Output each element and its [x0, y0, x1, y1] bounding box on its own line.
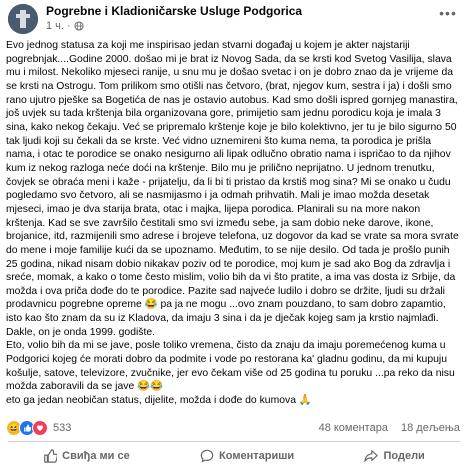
- avatar-image: [8, 4, 38, 34]
- reactions-bar: 😆 533 48 коментара 18 дељења: [6, 420, 460, 436]
- comment-label: Коментариши: [219, 450, 295, 462]
- divider: [8, 441, 460, 442]
- page-name[interactable]: Pogrebne i Kladioničarske Usluge Podgori…: [46, 4, 436, 19]
- facebook-post: Pogrebne i Kladioničarske Usluge Podgori…: [0, 0, 468, 470]
- reaction-summary[interactable]: 😆 533: [6, 420, 71, 436]
- shares-count[interactable]: 18 дељења: [401, 422, 460, 434]
- like-button[interactable]: Свиђа ми се: [43, 449, 130, 463]
- post-paragraph-3: eto ga jedan neobičan status, dijelite, …: [6, 395, 312, 407]
- more-icon[interactable]: •••: [436, 3, 460, 23]
- post-paragraph-1: Evo jednog statusa za koji me inspirisao…: [6, 40, 459, 338]
- post-header: Pogrebne i Kladioničarske Usluge Podgori…: [0, 0, 468, 39]
- love-icon: [32, 420, 48, 436]
- like-label: Свиђа ми се: [62, 450, 130, 462]
- share-label: Подели: [383, 450, 425, 462]
- post-time[interactable]: 1 ч.: [46, 19, 64, 33]
- share-icon: [364, 450, 379, 462]
- globe-icon: [74, 21, 84, 31]
- header-text: Pogrebne i Kladioničarske Usluge Podgori…: [46, 3, 436, 33]
- engagement-counts: 48 коментара 18 дељења: [309, 422, 460, 434]
- thumb-up-icon: [44, 449, 58, 463]
- page-avatar[interactable]: [8, 4, 38, 34]
- action-bar: Свиђа ми се Коментариши Подели: [8, 444, 460, 468]
- reaction-count: 533: [53, 422, 72, 434]
- comments-count[interactable]: 48 коментара: [319, 422, 388, 434]
- dot-separator: ·: [66, 20, 71, 32]
- share-button[interactable]: Подели: [364, 449, 425, 463]
- comment-button[interactable]: Коментариши: [200, 449, 294, 463]
- comment-icon: [200, 449, 214, 463]
- post-paragraph-2: Eto, volio bih da mi se jave, posle toli…: [6, 340, 455, 393]
- post-body: Evo jednog statusa za koji me inspirisao…: [0, 39, 468, 408]
- post-meta: 1 ч. ·: [46, 19, 436, 33]
